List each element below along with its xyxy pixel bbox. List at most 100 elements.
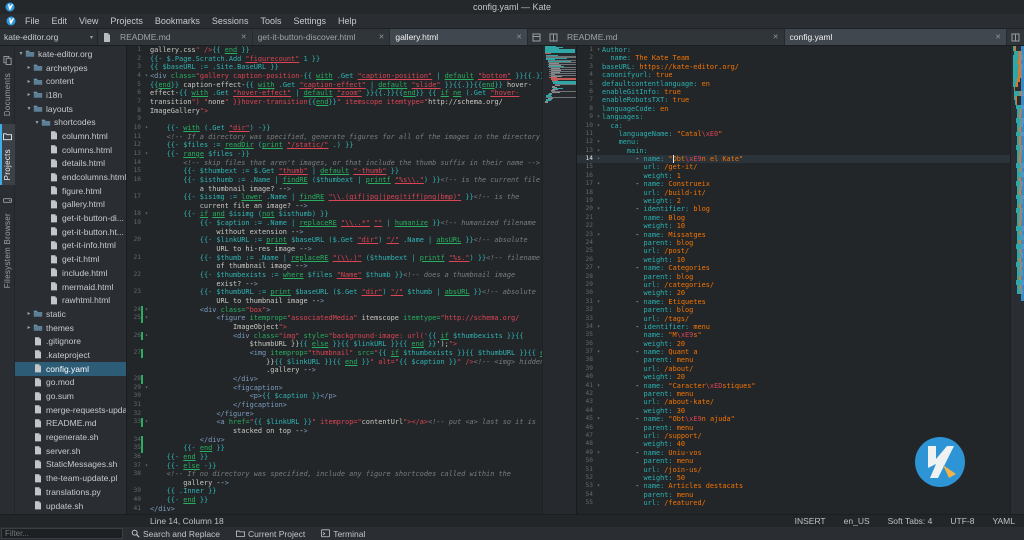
- code-line[interactable]: 45▾ - name: "Obt\xE9n ajuda": [577, 415, 1010, 423]
- code-line[interactable]: 22 weight: 10: [577, 222, 1010, 230]
- code-line[interactable]: 24▾ <div class="box">: [127, 306, 542, 315]
- split-view-icon[interactable]: [545, 29, 562, 45]
- tab-readme-md[interactable]: README.md✕: [562, 29, 785, 45]
- code-line[interactable]: 28 parent: blog: [577, 273, 1010, 281]
- code-line[interactable]: 1▾Author:: [577, 46, 1010, 54]
- code-line[interactable]: 13▾ main:: [577, 147, 1010, 155]
- code-line[interactable]: 10▾ {{- with (.Get "dir") -}}: [127, 124, 542, 133]
- status-syntax-mode[interactable]: YAML: [983, 516, 1024, 526]
- code-line[interactable]: 11 <!-- If a directory was specified, ge…: [127, 133, 542, 142]
- code-line[interactable]: 6enableGitInfo: true: [577, 88, 1010, 96]
- editor-right[interactable]: 1▾Author:2 name: The Kate Team3baseURL: …: [577, 46, 1024, 514]
- code-line[interactable]: 18 url: /build-it/: [577, 189, 1010, 197]
- code-line[interactable]: 27 <img itemprop="thumbnail" src="{{ if …: [127, 349, 542, 358]
- code-line[interactable]: 32 </figure>: [127, 410, 542, 419]
- tree-item-static[interactable]: ▸static: [15, 307, 126, 321]
- code-line[interactable]: 21 name: Blog: [577, 214, 1010, 222]
- tree-item-mermaid-html[interactable]: mermaid.html: [15, 280, 126, 294]
- code-line[interactable]: 30 <p>{{ $caption }}</p>: [127, 392, 542, 401]
- tab-close-icon[interactable]: ✕: [378, 33, 384, 41]
- menu-edit[interactable]: Edit: [46, 15, 74, 27]
- tab-close-icon[interactable]: ✕: [773, 33, 779, 41]
- code-line[interactable]: 19 weight: 2: [577, 197, 1010, 205]
- tree-item-kate-editor-org[interactable]: ▾kate-editor.org: [15, 47, 126, 61]
- code-line[interactable]: 8ImageGallery">: [127, 107, 542, 116]
- toolview-button-search-and-replace[interactable]: Search and Replace: [123, 527, 228, 540]
- code-line[interactable]: 26 weight: 10: [577, 256, 1010, 264]
- expander-icon[interactable]: ▸: [25, 64, 33, 71]
- menu-sessions[interactable]: Sessions: [206, 15, 255, 27]
- expander-icon[interactable]: ▾: [25, 105, 33, 112]
- code-line[interactable]: 28 </div>: [127, 375, 542, 384]
- code-line[interactable]: 41▾ - name: "Caracter\xEDstiques": [577, 382, 1010, 390]
- tree-item-themes[interactable]: ▸themes: [15, 321, 126, 335]
- tree-item-merge-requests-updat[interactable]: merge-requests-updat...: [15, 403, 126, 417]
- code-line[interactable]: 26▾ <div class="img" style="background-i…: [127, 332, 542, 341]
- expander-icon[interactable]: ▾: [33, 119, 41, 126]
- code-line[interactable]: 19 {{- $caption := .Name | replaceRE "\\…: [127, 219, 542, 228]
- code-line[interactable]: 3baseURL: https://kate-editor.org/: [577, 63, 1010, 71]
- expander-icon[interactable]: ▸: [25, 78, 33, 85]
- toolview-button-terminal[interactable]: Terminal: [313, 527, 373, 540]
- code-line[interactable]: 22 {{- $thumbexists := where $files "Nam…: [127, 271, 542, 280]
- tree-item-kateproject[interactable]: .kateproject: [15, 348, 126, 362]
- code-line[interactable]: 38 <!-- If no directory was specified, i…: [127, 470, 542, 479]
- code-line[interactable]: 5{{end}} caption-effect-{{ with .Get "ca…: [127, 81, 542, 90]
- code-line[interactable]: 9▾languages:: [577, 113, 1010, 121]
- menu-projects[interactable]: Projects: [104, 15, 149, 27]
- tree-item-get-it-info-html[interactable]: get-it-info.html: [15, 239, 126, 253]
- code-line[interactable]: 5defaultcontentlanguage: en: [577, 80, 1010, 88]
- tree-item-readme-md[interactable]: README.md: [15, 417, 126, 431]
- tree-item-get-it-button-ht[interactable]: get-it-button.ht...: [15, 225, 126, 239]
- code-line[interactable]: 20 {{- $linkURL := print $baseURL ($.Get…: [127, 236, 542, 245]
- editor-right-minimap[interactable]: [1010, 46, 1024, 514]
- tree-item-content[interactable]: ▸content: [15, 74, 126, 88]
- tree-item-archetypes[interactable]: ▸archetypes: [15, 61, 126, 75]
- tree-item-regenerate-sh[interactable]: regenerate.sh: [15, 430, 126, 444]
- code-line[interactable]: 21 {{- $thumb := .Name | replaceRE "(\\.…: [127, 254, 542, 263]
- code-line[interactable]: 35 {{- end }}: [127, 444, 542, 453]
- code-line[interactable]: 37▾ {{- else -}}: [127, 462, 542, 471]
- code-line[interactable]: 7transition") "none" }}hover-transition{…: [127, 98, 542, 107]
- code-line[interactable]: 6effect-{{ with .Get "hover-effect" | de…: [127, 89, 542, 98]
- menu-file[interactable]: File: [19, 15, 46, 27]
- code-line[interactable]: 2{{- $.Page.Scratch.Add "figurecount" 1 …: [127, 55, 542, 64]
- code-line[interactable]: 17▾ - name: Construeix: [577, 180, 1010, 188]
- tree-item-update-sh[interactable]: update.sh: [15, 499, 126, 513]
- menu-view[interactable]: View: [73, 15, 104, 27]
- tree-item-layouts[interactable]: ▾layouts: [15, 102, 126, 116]
- code-line[interactable]: 25▾ <figure itemprop="associatedMedia" i…: [127, 314, 542, 323]
- code-line[interactable]: 2 name: The Kate Team: [577, 54, 1010, 62]
- tree-item-i18n[interactable]: ▸i18n: [15, 88, 126, 102]
- code-line[interactable]: a thumbnail image? -->: [127, 185, 542, 194]
- document-icon-button[interactable]: [98, 29, 115, 45]
- tree-item-staticmessages-sh[interactable]: StaticMessages.sh: [15, 458, 126, 472]
- tree-item-get-it-html[interactable]: get-it.html: [15, 252, 126, 266]
- filter-input[interactable]: [1, 528, 123, 539]
- code-line[interactable]: 41</div>: [127, 505, 542, 514]
- code-line[interactable]: 18▾ {{- if and $isimg (not $isthumb) }}: [127, 210, 542, 219]
- tree-item-rawhtml-html[interactable]: rawhtml.html: [15, 293, 126, 307]
- code-line[interactable]: 33▾ <a href="{{ $linkURL }}" itemprop="c…: [127, 418, 542, 427]
- code-line[interactable]: 55 url: /featured/: [577, 499, 1010, 507]
- code-line[interactable]: ImageObject">: [127, 323, 542, 332]
- sidebar-tab-documents[interactable]: Documents: [0, 48, 15, 121]
- code-line[interactable]: 11 languageName: "Catal\xE0": [577, 130, 1010, 138]
- tree-item-figure-html[interactable]: figure.html: [15, 184, 126, 198]
- tree-item-translations-py[interactable]: translations.py: [15, 485, 126, 499]
- code-line[interactable]: 42 parent: menu: [577, 390, 1010, 398]
- toolview-button-current-project[interactable]: Current Project: [228, 527, 313, 540]
- code-line[interactable]: URL to thumbnail image -->: [127, 297, 542, 306]
- code-line[interactable]: 15 url: /get-it/: [577, 163, 1010, 171]
- status-dictionary[interactable]: en_US: [835, 516, 879, 526]
- code-line[interactable]: 1gallery.css" />{{ end }}: [127, 46, 542, 55]
- code-line[interactable]: 38 parent: menu: [577, 356, 1010, 364]
- code-line[interactable]: stacked on top -->: [127, 427, 542, 436]
- code-line[interactable]: 12▾ menu:: [577, 138, 1010, 146]
- editor-left[interactable]: 1gallery.css" />{{ end }}2{{- $.Page.Scr…: [127, 46, 577, 514]
- menu-tools[interactable]: Tools: [254, 15, 287, 27]
- tree-item-include-html[interactable]: include.html: [15, 266, 126, 280]
- code-line[interactable]: 31▾ - name: Etiquetes: [577, 298, 1010, 306]
- tab-close-icon[interactable]: ✕: [241, 33, 247, 41]
- code-line[interactable]: without extension -->: [127, 228, 542, 237]
